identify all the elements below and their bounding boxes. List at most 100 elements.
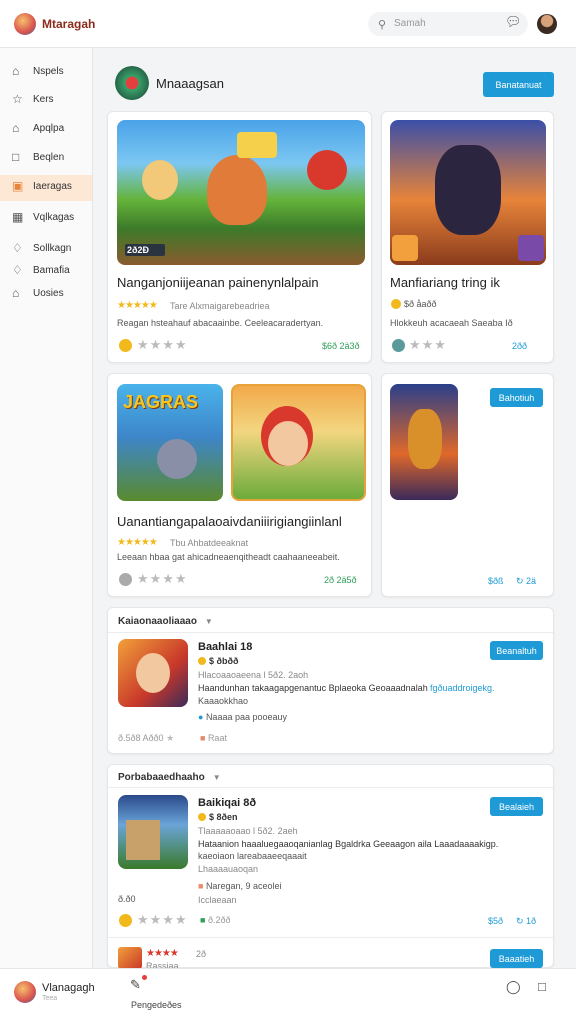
card-price: $6ð 2ä3ð xyxy=(322,341,360,351)
sidebar-item-kers[interactable]: ☆ Kers xyxy=(0,88,92,112)
item-tag-secondary: Icclaeaan xyxy=(198,895,237,905)
sidebar-item-iaeragas[interactable]: ▣ Iaeragas xyxy=(0,175,92,201)
section-header-label: Kaiaonaaoliaaao xyxy=(118,616,197,627)
coin-icon xyxy=(119,914,132,927)
card-action-button[interactable]: Bahotiuh xyxy=(490,388,543,407)
item-rating-value: ð.5ð8 Aðð0 xyxy=(118,733,164,743)
sidebar-item-beqlen[interactable]: □ Beqlen xyxy=(0,146,92,170)
card-title: Uanantiangapalaoaivdaniiirigiangiinlanl xyxy=(117,514,342,529)
item-rating-value: ð.2ðð xyxy=(207,915,231,925)
game-card[interactable]: JAGRAS Uanantiangapalaoaivdaniiirigiangi… xyxy=(107,373,372,597)
user-avatar[interactable] xyxy=(14,981,36,1003)
rating-text: $ð åaðð xyxy=(404,299,437,309)
star-icon: ☆ xyxy=(12,92,23,106)
diamond-icon: ♢ xyxy=(12,263,23,277)
item-title: Baahlai 18 xyxy=(198,641,253,653)
item-price-alt: ð.ð0 xyxy=(118,894,136,904)
card-title: Manfiariang tring ik xyxy=(390,275,500,290)
gift-icon: ■ xyxy=(200,915,208,925)
rating-stars: ★★★★★ xyxy=(117,537,158,548)
sidebar-item-bamafia[interactable]: ♢ Bamafia xyxy=(0,259,92,283)
rating-text: Tare Alxmaigarebeadriea xyxy=(170,301,270,311)
bottom-bar: Vlanagagh Teea ✎ Pengedeðes ◯ □ xyxy=(0,968,576,1024)
cover-badge: 2ð2Ð xyxy=(127,245,150,255)
item-thumbnail xyxy=(118,639,188,707)
sidebar-item-label: Kers xyxy=(33,94,54,105)
chevron-down-icon: ▼ xyxy=(204,617,213,626)
sidebar-item-vqlkagas[interactable]: ▦ Vqlkagas xyxy=(0,206,92,230)
item-rating-value: 2ð xyxy=(196,949,207,959)
section-header[interactable]: Kaiaonaaoliaaao ▼ xyxy=(118,616,213,627)
section-header[interactable]: Porbabaaedhaaho ▼ xyxy=(118,772,221,783)
sidebar-item-sollkagn[interactable]: ♢ Sollkagn xyxy=(0,237,92,261)
rating-text: Tbu Ahbatdeeaknat xyxy=(170,538,249,548)
tab-icon[interactable]: ✎ xyxy=(130,977,141,993)
game-card[interactable]: Manfiariang tring ik $ð åaðð Hlokkeuh ac… xyxy=(381,111,554,363)
sidebar-item-label: Iaeragas xyxy=(33,181,72,192)
item-thumbnail xyxy=(118,795,188,869)
coin-icon xyxy=(391,299,401,309)
search-placeholder: Samah xyxy=(394,18,426,29)
tab-label[interactable]: Pengedeðes xyxy=(131,1000,182,1010)
count-value: 2ä xyxy=(526,576,537,586)
item-action-button[interactable]: Beanaltuh xyxy=(490,641,543,660)
app-logo-icon[interactable] xyxy=(14,13,36,35)
sidebar-item-label: Beqlen xyxy=(33,152,65,163)
search-icon: ⚲ xyxy=(378,19,387,31)
app-icon: ⌂ xyxy=(12,121,20,135)
item-meta: Hlacoaaoaeena l 5ð2. 2aoh xyxy=(198,670,309,680)
page-avatar xyxy=(115,66,149,100)
card-price: $ðß xyxy=(488,576,504,586)
chevron-down-icon: ▼ xyxy=(212,773,221,782)
user-rating-stars[interactable]: ★★★★ xyxy=(137,571,188,587)
item-action-button[interactable]: Bealaieh xyxy=(490,797,543,816)
sidebar-item-label: Uosies xyxy=(33,288,64,299)
chat-icon[interactable]: ◯ xyxy=(506,979,521,995)
card-price: 2ðð xyxy=(512,341,528,351)
item-tag-label: Naaaa paa pooeauy xyxy=(205,712,288,722)
card-price: 2ð 2ä5ð xyxy=(324,575,357,585)
item-title: Baikiqai 8ð xyxy=(198,797,257,809)
user-rating-stars[interactable]: ★★★ xyxy=(409,337,447,353)
section-panel: Porbabaaedhaaho ▼ Baikiqai 8ð $ 8ðen Tlaa… xyxy=(107,764,554,971)
coin-icon xyxy=(119,339,132,352)
coin-icon xyxy=(119,573,132,586)
item-description-extra: kaeoiaon lareabaaeeqaaait xyxy=(198,851,307,861)
sidebar-item-label: Vqlkagas xyxy=(33,212,75,223)
game-card[interactable]: 2ð2Ð Nanganjoniijeanan painenynlalpain ★… xyxy=(107,111,372,363)
coin-icon xyxy=(392,339,405,352)
sidebar-item-uosies[interactable]: ⌂ Uosies xyxy=(0,282,92,306)
item-description: Haandunhan takaagapgenantuc Bplaeoka Geo… xyxy=(198,683,428,693)
house-icon: ⌂ xyxy=(12,286,20,300)
sidebar-item-apqlpa[interactable]: ⌂ Apqlpa xyxy=(0,117,92,141)
item-rating: ð.5ð8 Aðð0 ★ xyxy=(118,733,174,744)
sidebar-item-label: Bamafia xyxy=(33,265,70,276)
primary-action-button[interactable]: Banatanuat xyxy=(483,72,554,97)
coin-icon xyxy=(198,813,206,821)
item-thumbnail xyxy=(118,947,142,969)
game-cover-image: JAGRAS xyxy=(117,384,223,501)
star-icon: ★ xyxy=(166,733,175,743)
item-price-footer: $5ð xyxy=(488,916,504,926)
sidebar-item-nspels[interactable]: ⌂ Nspels xyxy=(0,60,92,84)
game-card[interactable]: Bahotiuh $ðß ↻ 2ä xyxy=(381,373,554,597)
user-rating-stars[interactable]: ★★★★ xyxy=(137,337,188,353)
item-link[interactable]: fgðuaddroigekg. xyxy=(430,683,510,693)
app-title: Mtaragah xyxy=(42,17,96,31)
user-name: Vlanagagh xyxy=(42,982,95,994)
game-cover-image xyxy=(390,384,458,500)
user-sub: Teea xyxy=(42,995,58,1002)
sidebar-item-label: Apqlpa xyxy=(33,123,65,134)
item-action-button[interactable]: Baaatieh xyxy=(490,949,543,968)
search-input[interactable]: ⚲ Samah xyxy=(368,12,528,36)
user-rating-stars[interactable]: ★★★★ xyxy=(137,912,188,928)
gift-icon: ■ xyxy=(200,733,208,743)
home-icon: ⌂ xyxy=(12,64,20,78)
section-header-label: Porbabaaedhaaho xyxy=(118,772,205,783)
note-icon[interactable]: □ xyxy=(538,979,546,994)
chat-icon[interactable]: 💬︎ xyxy=(505,14,522,30)
item-tag: ■ Naregan, 9 aceolei xyxy=(198,881,282,891)
sidebar-item-label: Nspels xyxy=(33,66,64,77)
game-cover-image xyxy=(390,120,546,265)
user-avatar[interactable] xyxy=(537,14,557,34)
